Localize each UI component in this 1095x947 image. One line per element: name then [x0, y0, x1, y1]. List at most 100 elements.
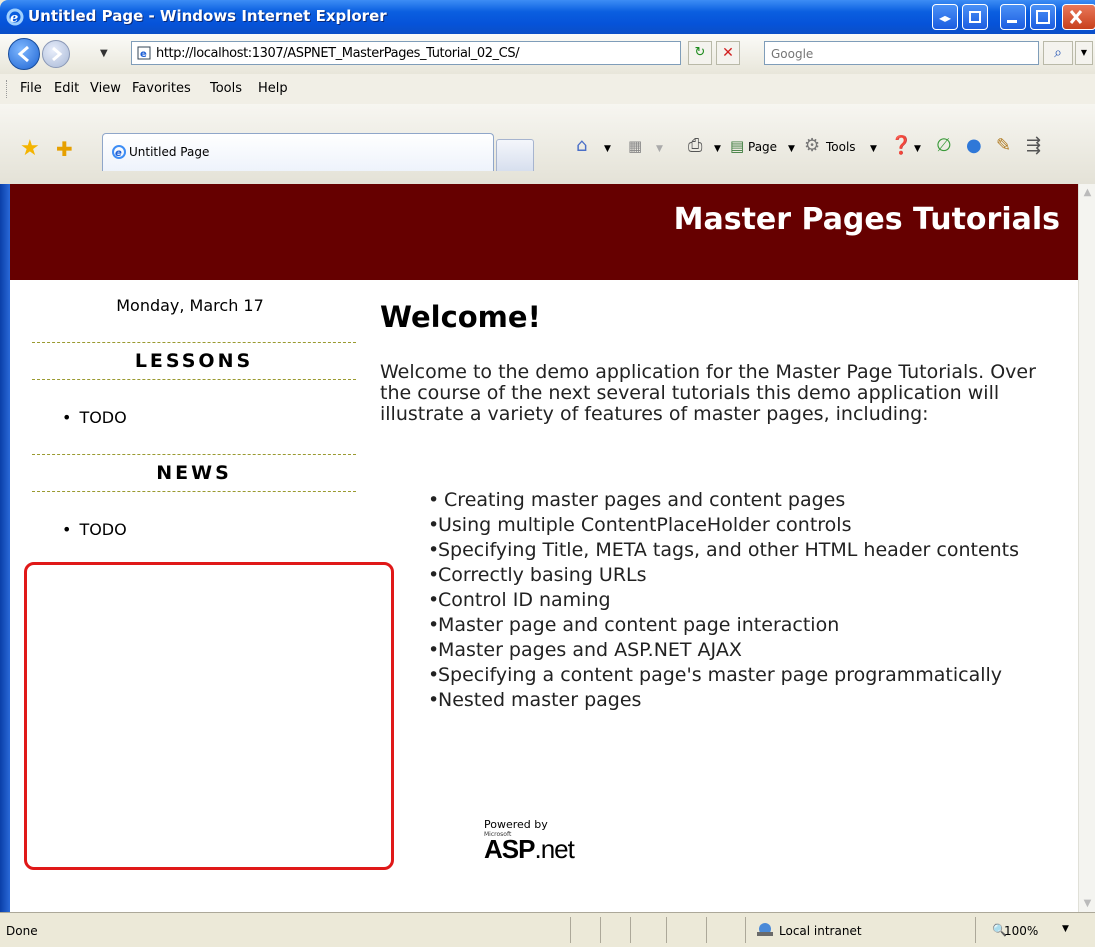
back-arrow-icon [17, 45, 29, 63]
home-dropdown-icon[interactable]: ▼ [604, 144, 611, 154]
site-title: Master Pages Tutorials [673, 202, 1060, 237]
back-forward-toggle-button[interactable]: ◂▸ [932, 4, 958, 30]
forward-button[interactable] [42, 40, 70, 68]
print-icon[interactable]: ⎙ [688, 136, 702, 156]
lessons-todo-item: TODO [62, 408, 127, 427]
highlight-annotation-box [24, 562, 394, 870]
list-item: • Creating master pages and content page… [428, 489, 846, 511]
window-left-border [0, 184, 10, 912]
list-item: •Specifying a content page's master page… [428, 664, 1003, 686]
news-todo-item: TODO [62, 520, 127, 539]
window-title: Untitled Page - Windows Internet Explore… [28, 7, 387, 25]
status-divider [630, 917, 631, 943]
menu-help[interactable]: Help [258, 81, 288, 96]
status-text: Done [6, 924, 38, 938]
close-icon [1069, 10, 1083, 24]
tab-untitled-page[interactable]: e Untitled Page [102, 133, 494, 171]
svg-text:◂▸: ◂▸ [939, 11, 951, 25]
list-item: •Control ID naming [428, 589, 611, 611]
header-banner: Master Pages Tutorials [10, 184, 1078, 280]
search-icon: ⌕ [1054, 45, 1062, 61]
scroll-up-icon[interactable]: ▲ [1079, 184, 1095, 201]
home-icon[interactable]: ⌂ [576, 136, 587, 156]
list-item: •Master pages and ASP.NET AJAX [428, 639, 742, 661]
minimize-button[interactable] [1000, 4, 1026, 30]
tools-menu-button[interactable]: Tools [826, 140, 856, 154]
intro-paragraph: Welcome to the demo application for the … [380, 361, 1036, 425]
tools-gear-icon: ⚙ [804, 135, 821, 156]
new-tab-button[interactable] [496, 139, 534, 171]
page-icon: e [137, 46, 151, 60]
security-zone[interactable]: Local intranet [779, 924, 862, 938]
left-sidebar: Monday, March 17 LESSONS TODO NEWS TODO [10, 280, 394, 912]
status-divider [570, 917, 571, 943]
feature-list: • Creating master pages and content page… [428, 488, 1048, 713]
status-bar: Done Local intranet 🔍 100% ▼ [0, 912, 1095, 947]
news-todo-text: TODO [79, 520, 127, 539]
powered-by-aspnet-logo[interactable]: Powered by Microsoft ASP.net [484, 818, 575, 865]
forward-arrow-icon [52, 46, 63, 62]
svg-text:e: e [140, 49, 147, 60]
tab-list-button[interactable] [962, 4, 988, 30]
help-dropdown-icon[interactable]: ▼ [914, 144, 921, 154]
svg-text:e: e [10, 11, 18, 26]
list-item: •Specifying Title, META tags, and other … [428, 539, 1020, 561]
aspnet-wordmark: ASP.net [484, 834, 575, 864]
recent-pages-dropdown-icon[interactable]: ▼ [100, 48, 108, 59]
more-tools-icon[interactable]: ⇶ [1026, 136, 1041, 156]
status-divider [600, 917, 601, 943]
lessons-heading: LESSONS [32, 342, 356, 380]
list-item: •Using multiple ContentPlaceHolder contr… [428, 514, 852, 536]
tools-dropdown-icon[interactable]: ▼ [870, 144, 877, 154]
add-favorites-icon[interactable]: ✚ [56, 138, 73, 160]
search-button[interactable]: ⌕ [1043, 41, 1073, 65]
menu-bar: File Edit View Favorites Tools Help [0, 74, 1095, 105]
menu-favorites[interactable]: Favorites [132, 81, 191, 96]
search-options-dropdown[interactable]: ▼ [1075, 41, 1093, 65]
messenger-icon[interactable]: ● [966, 136, 982, 156]
feeds-icon[interactable]: ▦ [628, 136, 642, 156]
address-field[interactable]: e http://localhost:1307/ASPNET_MasterPag… [131, 41, 810, 65]
page-dropdown-icon[interactable]: ▼ [788, 144, 795, 154]
restore-arrows-icon: ◂▸ [939, 11, 951, 25]
title-bar: e Untitled Page - Windows Internet Explo… [0, 0, 1095, 34]
status-divider [745, 917, 746, 943]
menu-edit[interactable]: Edit [54, 81, 79, 96]
zoom-dropdown-icon[interactable]: ▼ [1062, 924, 1069, 934]
close-button[interactable] [1062, 4, 1095, 30]
maximize-button[interactable] [1030, 4, 1056, 30]
blog-icon[interactable]: ✎ [996, 136, 1011, 156]
feeds-dropdown-icon[interactable]: ▼ [656, 144, 663, 154]
browser-window: e Untitled Page - Windows Internet Explo… [0, 0, 1095, 947]
zoom-level[interactable]: 100% [1004, 924, 1038, 938]
stop-button[interactable]: ✕ [716, 41, 740, 65]
welcome-heading: Welcome! [380, 300, 541, 334]
page-menu-icon: ▤ [730, 137, 745, 155]
help-icon[interactable]: ❓ [890, 136, 912, 156]
list-item: •Correctly basing URLs [428, 564, 647, 586]
research-icon[interactable]: ∅ [936, 136, 952, 156]
address-url[interactable]: http://localhost:1307/ASPNET_MasterPages… [156, 46, 520, 61]
menu-tools[interactable]: Tools [210, 81, 242, 96]
search-input[interactable] [769, 43, 1033, 65]
search-box[interactable] [764, 41, 1039, 65]
stop-icon: ✕ [722, 45, 734, 61]
favorites-star-icon[interactable]: ★ [20, 138, 40, 160]
page-menu-button[interactable]: Page [748, 140, 777, 154]
vertical-scrollbar[interactable]: ▲ ▼ [1078, 184, 1095, 912]
lessons-todo-text: TODO [79, 408, 127, 427]
internet-explorer-icon: e [6, 8, 24, 26]
refresh-button[interactable]: ↻ [688, 41, 712, 65]
print-dropdown-icon[interactable]: ▼ [714, 144, 721, 154]
back-button[interactable] [8, 38, 40, 70]
powered-by-label: Powered by [484, 818, 548, 831]
menu-file[interactable]: File [20, 81, 42, 96]
news-heading: NEWS [32, 454, 356, 492]
toolbar-grip [6, 80, 10, 98]
address-toolbar: ▼ e http://localhost:1307/ASPNET_MasterP… [0, 34, 1095, 75]
menu-view[interactable]: View [90, 81, 121, 96]
scroll-down-icon[interactable]: ▼ [1079, 895, 1095, 912]
refresh-icon: ↻ [694, 45, 706, 60]
list-item: •Master page and content page interactio… [428, 614, 840, 636]
list-item: •Nested master pages [428, 689, 642, 711]
